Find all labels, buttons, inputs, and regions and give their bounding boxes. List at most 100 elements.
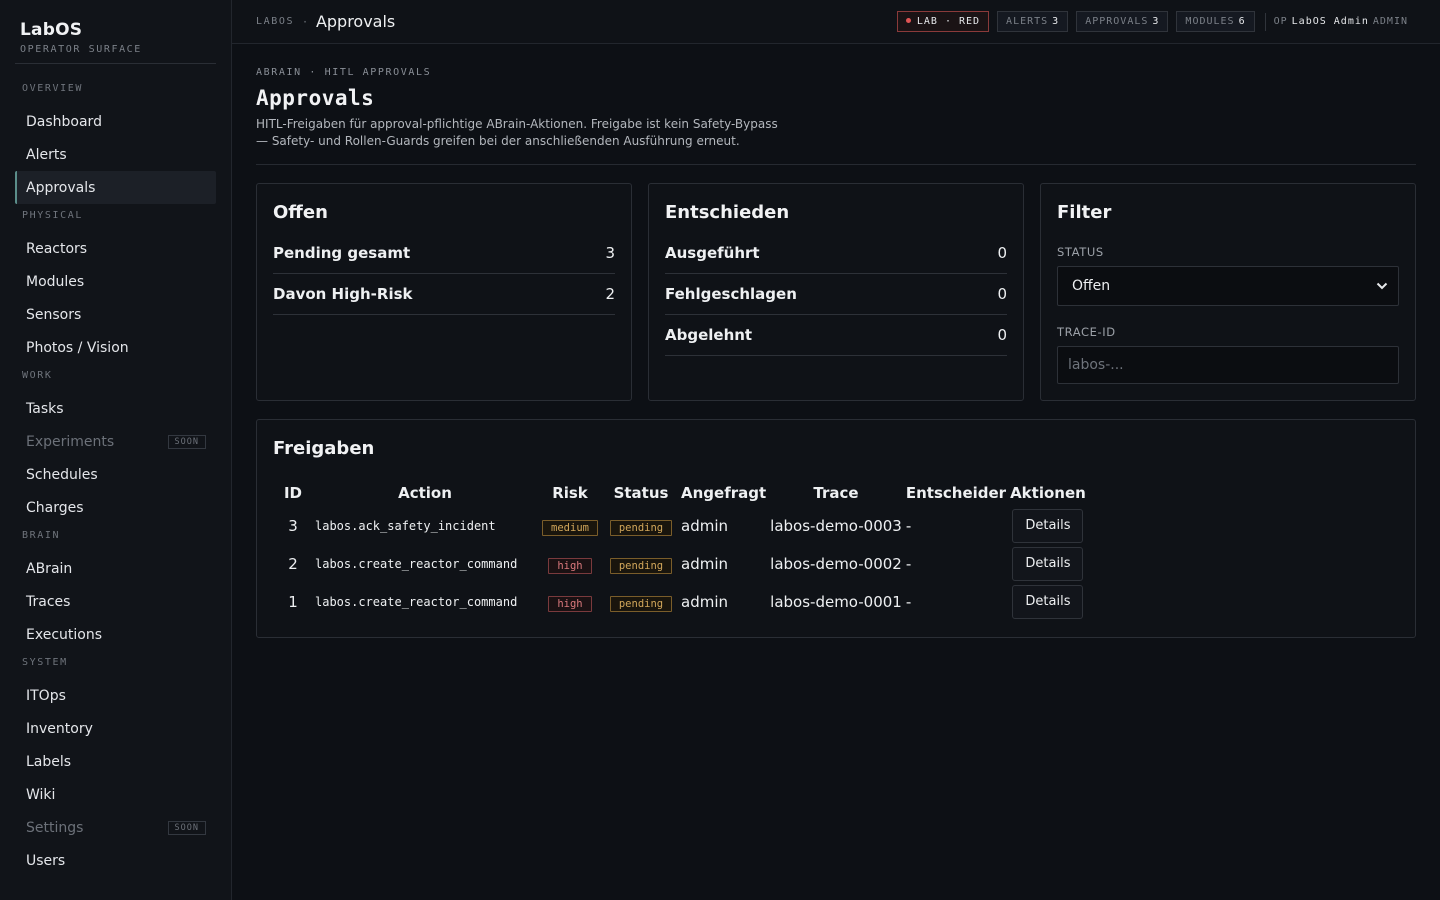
cell-action: labos.create_reactor_command xyxy=(315,557,518,571)
breadcrumb-root[interactable]: LABOS xyxy=(256,16,294,27)
nav-section-physical: PHYSICAL xyxy=(22,210,83,221)
stat-value: 2 xyxy=(605,285,615,303)
sidebar-nav: OVERVIEW Dashboard Alerts Approvals PHYSICAL… xyxy=(0,80,231,877)
topbar-divider xyxy=(1264,12,1266,31)
sidebar-item-label: Settings xyxy=(26,819,84,836)
entschieden-title: Entschieden xyxy=(665,202,790,223)
sidebar-item-label: Traces xyxy=(26,593,71,610)
nav-section-system: SYSTEM xyxy=(22,657,68,668)
sidebar-item-charges[interactable]: Charges xyxy=(15,491,216,524)
table-header-row: ID Action Risk Status Angefragt Trace Entschei… xyxy=(273,479,1088,507)
offen-title: Offen xyxy=(273,202,328,223)
sidebar-item-label: Experiments xyxy=(26,433,115,450)
alerts-pill[interactable]: ALERTS 3 xyxy=(997,11,1069,32)
status-dot-icon xyxy=(905,18,911,23)
stat-value: 0 xyxy=(997,326,1007,344)
cell-status: pending xyxy=(603,545,679,583)
sidebar-item-experiments[interactable]: Experiments SOON xyxy=(15,425,216,458)
details-button[interactable]: Details xyxy=(1012,585,1084,619)
sidebar-item-alerts[interactable]: Alerts xyxy=(15,138,216,171)
approvals-pill[interactable]: APPROVALS 3 xyxy=(1076,11,1169,32)
trace-id-label: TRACE-ID xyxy=(1057,325,1116,339)
column-header-angefragt: Angefragt xyxy=(681,484,767,502)
sidebar-item-label: Schedules xyxy=(26,466,98,483)
stat-row: Ausgeführt 0 xyxy=(665,233,1007,274)
column-header-status: Status xyxy=(613,484,669,502)
sidebar-item-dashboard[interactable]: Dashboard xyxy=(15,105,216,138)
chevron-down-icon xyxy=(1376,282,1388,290)
sidebar-item-label: Executions xyxy=(26,626,102,643)
trace-id-placeholder: labos-... xyxy=(1068,357,1124,373)
trace-id-input[interactable]: labos-... xyxy=(1057,346,1399,384)
sidebar-item-wiki[interactable]: Wiki xyxy=(15,778,216,811)
status-badge: pending xyxy=(609,558,673,574)
breadcrumb-separator: · xyxy=(303,14,307,29)
approvals-label: APPROVALS xyxy=(1085,16,1149,27)
entschieden-stats: Ausgeführt 0 Fehlgeschlagen 0 Abgelehnt 0 xyxy=(665,233,1007,356)
sidebar-item-labels[interactable]: Labels xyxy=(15,745,216,778)
topbar: LABOS · Approvals LAB · RED ALERTS 3 APPR… xyxy=(232,0,1440,44)
sidebar-item-schedules[interactable]: Schedules xyxy=(15,458,216,491)
sidebar-item-label: Photos / Vision xyxy=(26,339,129,356)
sidebar-item-label: Wiki xyxy=(26,786,56,803)
column-header-trace: Trace xyxy=(813,484,859,502)
nav-section-spacer xyxy=(0,672,231,679)
sidebar-item-label: Sensors xyxy=(26,306,82,323)
modules-pill[interactable]: MODULES 6 xyxy=(1176,11,1255,32)
page-description-line-1: HITL-Freigaben für approval-pflichtige A… xyxy=(256,117,778,131)
filter-title: Filter xyxy=(1057,202,1112,223)
page-title: Approvals xyxy=(256,86,375,110)
cell-trace[interactable]: labos-demo-0001 xyxy=(768,583,904,621)
sidebar-item-settings[interactable]: Settings SOON xyxy=(15,811,216,844)
stat-label: Fehlgeschlagen xyxy=(665,285,797,303)
brand-subtitle: OPERATOR SURFACE xyxy=(20,44,142,55)
page-eyebrow: ABRAIN · HITL APPROVALS xyxy=(256,67,432,78)
table-body: 3 labos.ack_safety_incident medium pending a… xyxy=(273,507,1088,621)
sidebar-item-label: Users xyxy=(26,852,66,869)
stat-row: Fehlgeschlagen 0 xyxy=(665,274,1007,315)
sidebar-item-label: Alerts xyxy=(26,146,67,163)
brand: LabOS OPERATOR SURFACE xyxy=(0,0,231,55)
soon-badge: SOON xyxy=(167,434,206,449)
sidebar-item-executions[interactable]: Executions xyxy=(15,618,216,651)
sidebar-item-label: ITOps xyxy=(26,687,66,704)
cell-trace[interactable]: labos-demo-0002 xyxy=(768,545,904,583)
sidebar-item-itops[interactable]: ITOps xyxy=(15,679,216,712)
nav-section-overview: OVERVIEW xyxy=(22,83,83,94)
cell-action: labos.ack_safety_incident xyxy=(315,519,496,533)
cell-id: 3 xyxy=(288,517,298,535)
sidebar-item-modules[interactable]: Modules xyxy=(15,265,216,298)
sidebar-item-label: ABrain xyxy=(26,560,73,577)
status-filter-select[interactable]: Offen xyxy=(1057,266,1399,306)
sidebar-item-reactors[interactable]: Reactors xyxy=(15,232,216,265)
stat-row: Davon High-Risk 2 xyxy=(273,274,615,315)
cell-decider: - xyxy=(905,593,912,611)
stat-value: 0 xyxy=(997,244,1007,262)
cell-requested-by: admin xyxy=(681,593,728,611)
sidebar-item-tasks[interactable]: Tasks xyxy=(15,392,216,425)
stat-label: Davon High-Risk xyxy=(273,285,413,303)
sidebar-item-inventory[interactable]: Inventory xyxy=(15,712,216,745)
stat-label: Ausgeführt xyxy=(665,244,760,262)
status-badge: pending xyxy=(609,596,673,612)
operator-info[interactable]: OP LabOS Admin ADMIN xyxy=(1274,16,1408,27)
soon-badge: SOON xyxy=(167,820,206,835)
status-filter-value: Offen xyxy=(1072,278,1111,294)
sidebar-item-sensors[interactable]: Sensors xyxy=(15,298,216,331)
lab-status-pill[interactable]: LAB · RED xyxy=(896,11,990,32)
page-description: HITL-Freigaben für approval-pflichtige A… xyxy=(256,116,796,150)
column-header-risk: Risk xyxy=(552,484,588,502)
entschieden-card: Entschieden Ausgeführt 0 Fehlgeschlagen 0 Ab… xyxy=(648,183,1024,401)
details-button[interactable]: Details xyxy=(1012,509,1084,543)
nav-section-spacer xyxy=(0,98,231,105)
sidebar-item-approvals[interactable]: Approvals xyxy=(15,171,216,204)
cell-trace[interactable]: labos-demo-0003 xyxy=(768,507,904,545)
details-button[interactable]: Details xyxy=(1012,547,1084,581)
nav-section-spacer xyxy=(0,385,231,392)
sidebar-item-traces[interactable]: Traces xyxy=(15,585,216,618)
sidebar-item-label: Inventory xyxy=(26,720,93,737)
sidebar-item-photos-vision[interactable]: Photos / Vision xyxy=(15,331,216,364)
sidebar-item-users[interactable]: Users xyxy=(15,844,216,877)
nav-section-spacer xyxy=(0,545,231,552)
sidebar-item-abrain[interactable]: ABrain xyxy=(15,552,216,585)
